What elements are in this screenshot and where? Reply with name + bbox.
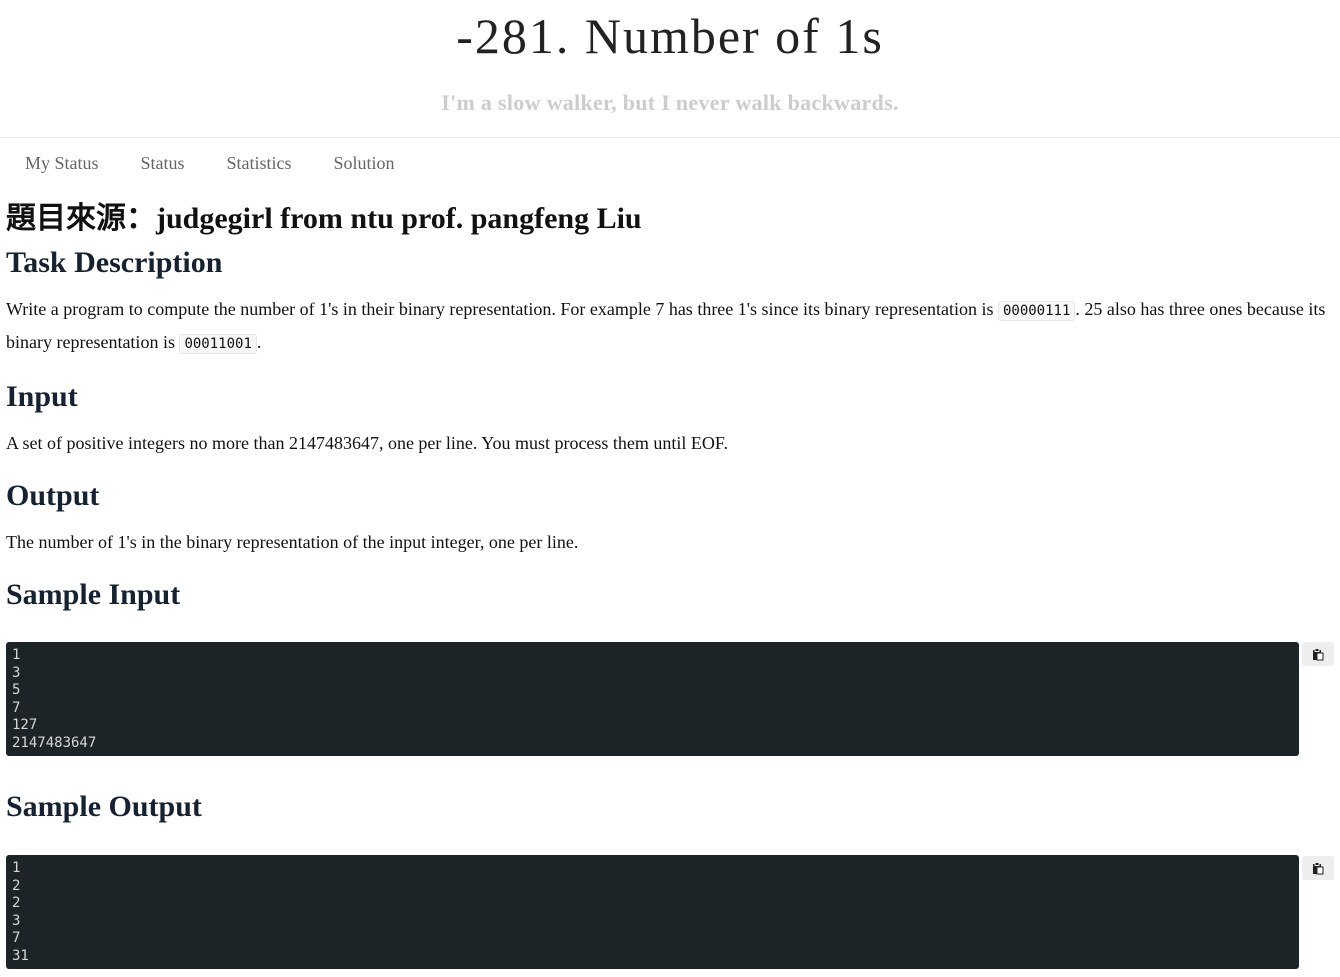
- nav-statistics[interactable]: Statistics: [206, 153, 313, 174]
- sample-output-line: 31: [12, 947, 29, 964]
- clipboard-icon: [1313, 861, 1324, 874]
- sample-output-line: 2: [12, 877, 21, 894]
- clipboard-icon: [1313, 647, 1324, 660]
- site-header: -281. Number of 1s I'm a slow walker, bu…: [0, 0, 1340, 138]
- sample-output-line: 7: [12, 930, 21, 947]
- sample-output-code-block: 1 2 2 3 7 31: [6, 855, 1299, 969]
- problem-content: 題目來源：judgegirl from ntu prof. pangfeng L…: [0, 198, 1340, 612]
- sample-input-line: 127: [12, 717, 38, 734]
- sample-output-line: 1: [12, 860, 21, 876]
- site-subtitle: I'm a slow walker, but I never walk back…: [441, 90, 899, 115]
- sample-input-heading: Sample Input: [6, 578, 181, 611]
- sample-input-line: 5: [12, 682, 21, 699]
- sample-output-line: 2: [12, 895, 21, 912]
- input-text: A set of positive integers no more than …: [6, 433, 728, 453]
- output-heading: Output: [6, 479, 100, 512]
- page-title: -281. Number of 1s: [456, 8, 884, 64]
- code-binary-7: 00000111: [997, 301, 1076, 321]
- task-text-part-3: .: [256, 332, 262, 352]
- nav-my-status[interactable]: My Status: [4, 153, 120, 174]
- problem-nav: My Status Status Statistics Solution: [0, 138, 1340, 188]
- sample-output-line: 3: [12, 912, 21, 929]
- sample-input-line: 1: [12, 647, 21, 663]
- sample-input-line: 2147483647: [12, 734, 97, 751]
- sample-input-line: 3: [12, 664, 21, 681]
- copy-sample-input-button[interactable]: [1302, 642, 1334, 666]
- sample-input-code-block: 1 3 5 7 127 2147483647: [6, 642, 1299, 756]
- problem-source: 題目來源：judgegirl from ntu prof. pangfeng L…: [6, 202, 642, 235]
- nav-status[interactable]: Status: [120, 153, 206, 174]
- output-text: The number of 1's in the binary represen…: [6, 532, 579, 552]
- sample-output-heading: Sample Output: [6, 790, 202, 823]
- code-binary-25: 00011001: [179, 334, 257, 354]
- copy-sample-output-button[interactable]: [1302, 856, 1334, 880]
- task-description-heading: Task Description: [6, 246, 223, 279]
- task-text-part-1: Write a program to compute the number of…: [6, 299, 998, 319]
- input-heading: Input: [6, 380, 78, 413]
- nav-solution[interactable]: Solution: [313, 153, 416, 174]
- sample-input-line: 7: [12, 699, 21, 716]
- task-description-text: Write a program to compute the number of…: [6, 294, 1334, 360]
